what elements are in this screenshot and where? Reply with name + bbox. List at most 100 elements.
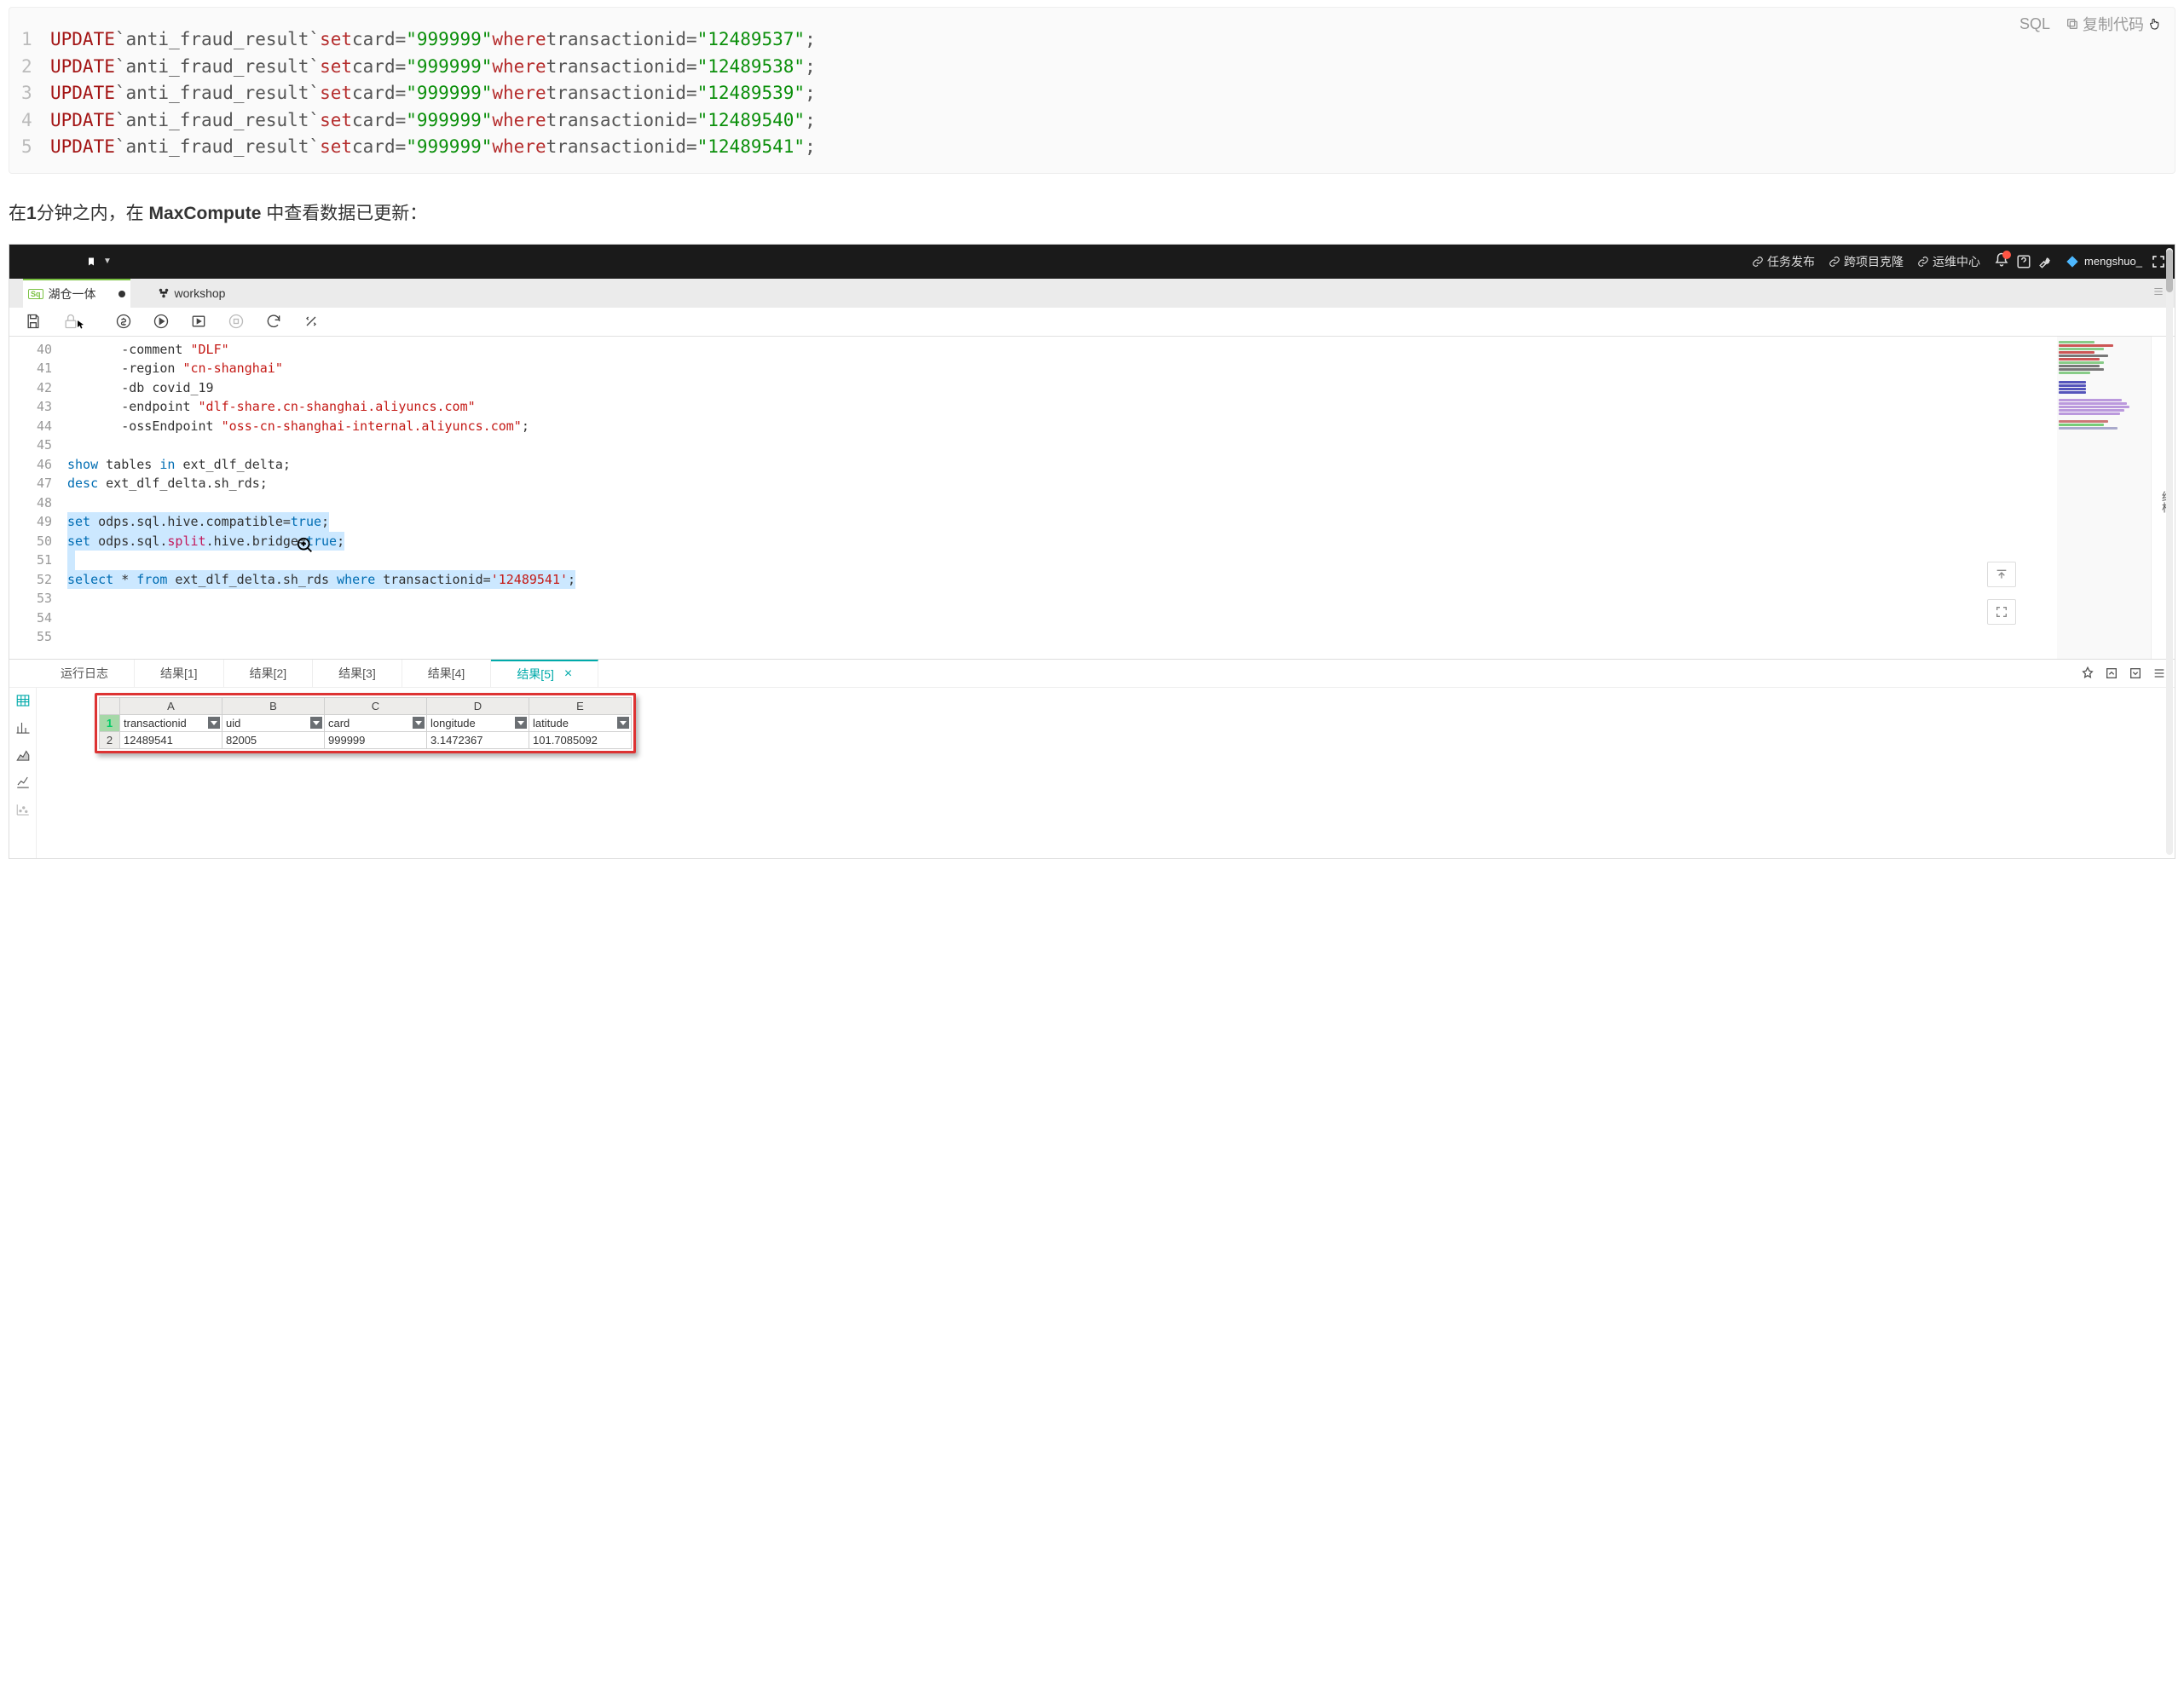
field-uid[interactable]: uid [222,714,325,731]
row-num-2[interactable]: 2 [100,731,120,748]
col-E[interactable]: E [529,697,632,714]
stop-icon[interactable] [228,313,245,330]
code-line: 3UPDATE `anti_fraud_result` set card="99… [21,80,2163,107]
cell-uid[interactable]: 82005 [222,731,325,748]
wrench-icon[interactable] [2038,254,2054,269]
field-transactionid[interactable]: transactionid [120,714,222,731]
tab-hucang-label: 湖仓一体 [49,286,96,303]
code-line: 1UPDATE `anti_fraud_result` set card="99… [21,26,2163,54]
menu-icon[interactable] [2152,666,2166,680]
dropdown-icon[interactable] [310,717,322,729]
cell-latitude[interactable]: 101.7085092 [529,731,632,748]
editor-toolbar [9,308,2175,337]
unsaved-dot-icon [118,291,125,297]
publish-task-link[interactable]: 任务发布 [1752,253,1815,270]
ops-center-link[interactable]: 运维中心 [1917,253,1980,270]
bookmark-menu[interactable]: ▼ [86,256,112,268]
tab-result-5[interactable]: 结果[5]× [491,660,598,687]
tab-run-log[interactable]: 运行日志 [35,660,135,687]
file-tab-strip: Sq 湖仓一体 workshop [9,279,2175,308]
pin-icon[interactable] [2081,666,2094,680]
expand-editor-button[interactable] [1987,599,2016,625]
top-bar: ▼ 任务发布 跨项目克隆 运维中心 mengshuo_ [9,245,2175,279]
run-selected-icon[interactable] [190,313,207,330]
clone-label: 跨项目克隆 [1844,253,1904,270]
tab-result-1[interactable]: 结果[1] [135,660,224,687]
fullscreen-icon[interactable] [2151,254,2166,269]
results-scrollbar[interactable] [2166,248,2173,855]
field-longitude[interactable]: longitude [427,714,529,731]
tab-result-4[interactable]: 结果[4] [402,660,492,687]
maxcompute-screenshot: ▼ 任务发布 跨项目克隆 运维中心 mengshuo_ Sq 湖 [9,244,2175,859]
expand-icon [1995,605,2008,619]
arrow-up-icon [1995,568,2008,581]
result-table[interactable]: A B C D E 1 transactionid uid card longi… [99,697,632,749]
bar-chart-icon[interactable] [15,720,31,735]
copy-icon [2066,17,2079,31]
flow-icon [158,287,170,299]
code-line: 4UPDATE `anti_fraud_result` set card="99… [21,107,2163,135]
tab-result-3[interactable]: 结果[3] [313,660,402,687]
user-menu[interactable]: mengshuo_ [2066,255,2142,268]
dropdown-icon[interactable] [617,717,629,729]
col-C[interactable]: C [325,697,427,714]
scatter-chart-icon[interactable] [15,802,31,817]
format-icon[interactable] [303,313,320,330]
scroll-to-top-button[interactable] [1987,562,2016,587]
table-header-row: 1 transactionid uid card longitude latit… [100,714,632,731]
result-view-switcher [9,688,37,858]
table-view-icon[interactable] [15,693,31,708]
field-card[interactable]: card [325,714,427,731]
field-latitude[interactable]: latitude [529,714,632,731]
cell-longitude[interactable]: 3.1472367 [427,731,529,748]
table-row: 2 12489541 82005 999999 3.1472367 101.70… [100,731,632,748]
link-icon [1829,256,1840,268]
code-line: 5UPDATE `anti_fraud_result` set card="99… [21,134,2163,161]
close-tab-icon[interactable]: × [564,666,572,682]
caption-text: 在1分钟之内，在 MaxCompute 中查看数据已更新： [9,199,2175,225]
dropdown-icon[interactable] [515,717,527,729]
publish-label: 任务发布 [1767,253,1815,270]
cursor-arrow-icon [76,320,86,330]
tab-workshop[interactable]: workshop [153,279,231,308]
run-icon[interactable] [153,313,170,330]
zoom-cursor-icon [296,536,315,561]
ops-label: 运维中心 [1933,253,1980,270]
col-B[interactable]: B [222,697,325,714]
sql-code-block: SQL 复制代码 1UPDATE `anti_fraud_result` set… [9,7,2175,174]
col-A[interactable]: A [120,697,222,714]
code-line: 2UPDATE `anti_fraud_result` set card="99… [21,54,2163,81]
result-highlight-box: A B C D E 1 transactionid uid card longi… [95,693,636,753]
link-icon [1917,256,1929,268]
help-icon[interactable] [2016,254,2031,269]
link-icon [1752,256,1764,268]
tabs-menu-button[interactable] [2151,286,2166,300]
tab-result-2[interactable]: 结果[2] [224,660,314,687]
save-icon[interactable] [25,313,42,330]
row-num-1[interactable]: 1 [100,714,120,731]
collapse-up-icon[interactable] [2105,666,2118,680]
collapse-down-icon[interactable] [2129,666,2142,680]
tab-hucang[interactable]: Sq 湖仓一体 [23,279,130,308]
dropdown-icon[interactable] [413,717,425,729]
cross-project-clone-link[interactable]: 跨项目克隆 [1829,253,1904,270]
cell-transactionid[interactable]: 12489541 [120,731,222,748]
col-D[interactable]: D [427,697,529,714]
notification-dot [2002,251,2011,259]
notifications-button[interactable] [1994,252,2009,270]
cell-card[interactable]: 999999 [325,731,427,748]
code-lang-label: SQL [2019,15,2050,33]
result-tab-strip: 运行日志 结果[1] 结果[2] 结果[3] 结果[4] 结果[5]× [9,659,2175,688]
diamond-icon [2066,255,2079,268]
cost-estimate-icon[interactable] [115,313,132,330]
area-chart-icon[interactable] [15,747,31,763]
copy-code-label: 复制代码 [2083,13,2144,35]
dropdown-icon[interactable] [208,717,220,729]
bookmark-icon [86,256,96,268]
copy-code-button[interactable]: 复制代码 [2066,13,2163,35]
refresh-icon[interactable] [265,313,282,330]
line-chart-icon[interactable] [15,775,31,790]
sql-editor[interactable]: 40 -comment "DLF" 41 -region "cn-shangha… [9,337,2057,659]
tab-workshop-label: workshop [175,286,226,300]
editor-minimap[interactable] [2057,337,2151,659]
